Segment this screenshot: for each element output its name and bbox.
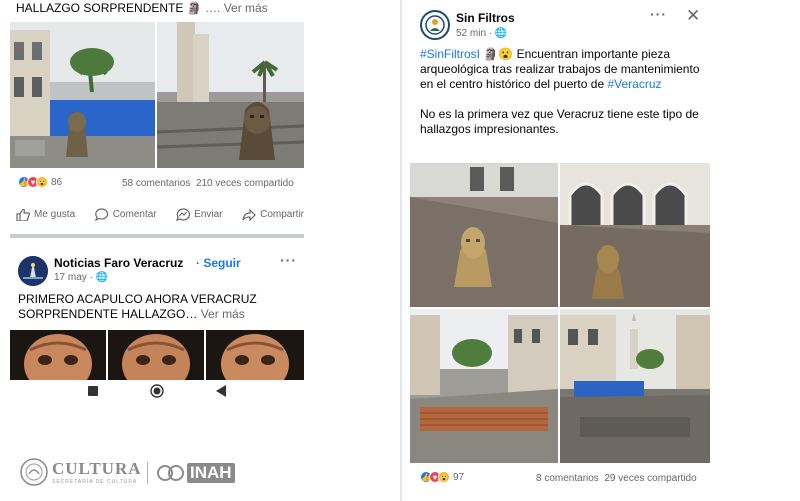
inah-emblem-icon	[157, 465, 184, 481]
send-label: Enviar	[194, 209, 223, 220]
wow-reaction-icon: 😮	[36, 176, 48, 188]
page-avatar-faro-veracruz[interactable]	[18, 256, 48, 286]
reactions-count: 97	[453, 471, 465, 483]
post-separator	[10, 234, 304, 238]
comments-count[interactable]: 58 comentarios	[122, 178, 190, 189]
artifact-photo-2[interactable]	[108, 330, 204, 380]
share-label: Compartir	[260, 209, 304, 220]
screenshot-collage: HALLAZGO SORPRENDENTE 🗿 …. Ver más 👍 ♥ 😮…	[0, 0, 800, 501]
reactions-count: 86	[51, 176, 63, 188]
reactions-summary[interactable]: 👍 ♥ 😮 86	[18, 176, 62, 188]
post-photo-statue-sand[interactable]	[410, 163, 558, 307]
follow-link[interactable]: · Seguir	[196, 256, 241, 270]
recent-apps-button[interactable]	[88, 386, 98, 396]
left-phone-screenshot: HALLAZGO SORPRENDENTE 🗿 …. Ver más 👍 ♥ 😮…	[0, 0, 400, 501]
right-phone-screenshot: Sin Filtros 52 min · 🌐 ··· ✕ #SinFiltros…	[402, 0, 800, 501]
more-options-icon[interactable]: ···	[280, 252, 297, 268]
post-time: 52 min · 🌐	[456, 28, 508, 39]
comments-count[interactable]: 8 comentarios	[536, 473, 599, 484]
like-button[interactable]: Me gusta	[16, 208, 75, 221]
post-stats: 58 comentarios 210 veces compartido	[122, 178, 294, 189]
post-photo-street-excavation[interactable]	[410, 309, 558, 463]
messenger-icon	[176, 208, 191, 221]
cultura-logo: CULTURA SECRETARÍA DE CULTURA	[20, 458, 142, 486]
android-navigation-bar	[10, 382, 304, 400]
post-actions-bar: Me gusta Comentar Enviar Compartir	[16, 208, 304, 221]
see-more-link[interactable]: Ver más	[224, 1, 268, 15]
facebook-feed: HALLAZGO SORPRENDENTE 🗿 …. Ver más 👍 ♥ 😮…	[10, 0, 304, 400]
mexico-seal-icon	[20, 458, 48, 486]
comment-label: Comentar	[112, 209, 157, 220]
reactions-summary[interactable]: 👍 ♥ 😮 97	[420, 471, 464, 483]
send-button[interactable]: Enviar	[176, 208, 223, 221]
post-photo-plaza-works[interactable]	[560, 309, 710, 463]
caption-text: HALLAZGO SORPRENDENTE	[16, 1, 184, 15]
moai-emoji-icon: 🗿😮	[483, 47, 514, 61]
date-text: 17 may	[54, 272, 87, 283]
follow-label: Seguir	[203, 256, 241, 270]
post-caption: HALLAZGO SORPRENDENTE 🗿 …. Ver más	[16, 1, 268, 15]
globe-icon: 🌐	[494, 28, 508, 39]
hashtag-sinfiltros[interactable]: #SinFiltrosI	[420, 47, 480, 61]
thumbs-up-icon	[16, 208, 30, 221]
cultura-wordmark: CULTURA	[52, 459, 142, 478]
page-name[interactable]: Noticias Faro Veracruz	[54, 256, 183, 270]
post-photo-cathedral-statue[interactable]	[157, 22, 304, 168]
like-label: Me gusta	[34, 209, 76, 220]
back-button[interactable]	[216, 385, 226, 397]
inah-wordmark: INAH	[187, 463, 235, 483]
globe-icon: 🌐	[95, 272, 109, 283]
post-photo-street-statue[interactable]	[10, 22, 155, 168]
close-icon[interactable]: ✕	[686, 6, 700, 26]
page-avatar-sin-filtros[interactable]	[420, 10, 450, 40]
body-line-1: PRIMERO ACAPULCO AHORA VERACRUZ	[18, 292, 257, 306]
post-stats: 8 comentarios 29 veces compartido	[536, 473, 697, 484]
share-arrow-icon	[242, 208, 256, 221]
shares-count[interactable]: 29 veces compartido	[604, 473, 696, 484]
body-line-2: SORPRENDENTE HALLAZGO…	[18, 307, 198, 321]
inah-logo: INAH	[157, 462, 235, 484]
cultura-subtitle: SECRETARÍA DE CULTURA	[52, 479, 138, 485]
artifact-photo-1[interactable]	[10, 330, 106, 380]
page-name[interactable]: Sin Filtros	[456, 11, 515, 25]
shares-count[interactable]: 210 veces compartido	[196, 178, 294, 189]
share-button[interactable]: Compartir	[242, 208, 304, 221]
logo-divider	[147, 462, 148, 484]
body-text-2: No es la primera vez que Veracruz tiene …	[420, 107, 699, 136]
comment-bubble-icon	[94, 208, 108, 221]
comment-button[interactable]: Comentar	[94, 208, 157, 221]
time-text: 52 min	[456, 28, 487, 39]
post-body: #SinFiltrosI 🗿😮 Encuentran importante pi…	[420, 47, 710, 137]
see-more-link-2[interactable]: Ver más	[201, 307, 245, 321]
post-body: PRIMERO ACAPULCO AHORA VERACRUZ SORPREND…	[18, 292, 304, 322]
wow-reaction-icon: 😮	[438, 471, 450, 483]
post-photo-statue-arcade[interactable]	[560, 163, 710, 307]
home-button[interactable]	[150, 384, 164, 398]
hashtag-veracruz[interactable]: #Veracruz	[607, 77, 661, 91]
more-options-icon[interactable]: ···	[650, 6, 667, 22]
post-date: 17 may · 🌐	[54, 272, 109, 283]
moai-emoji-icon: 🗿	[186, 1, 202, 15]
artifact-photo-3[interactable]	[206, 330, 304, 380]
